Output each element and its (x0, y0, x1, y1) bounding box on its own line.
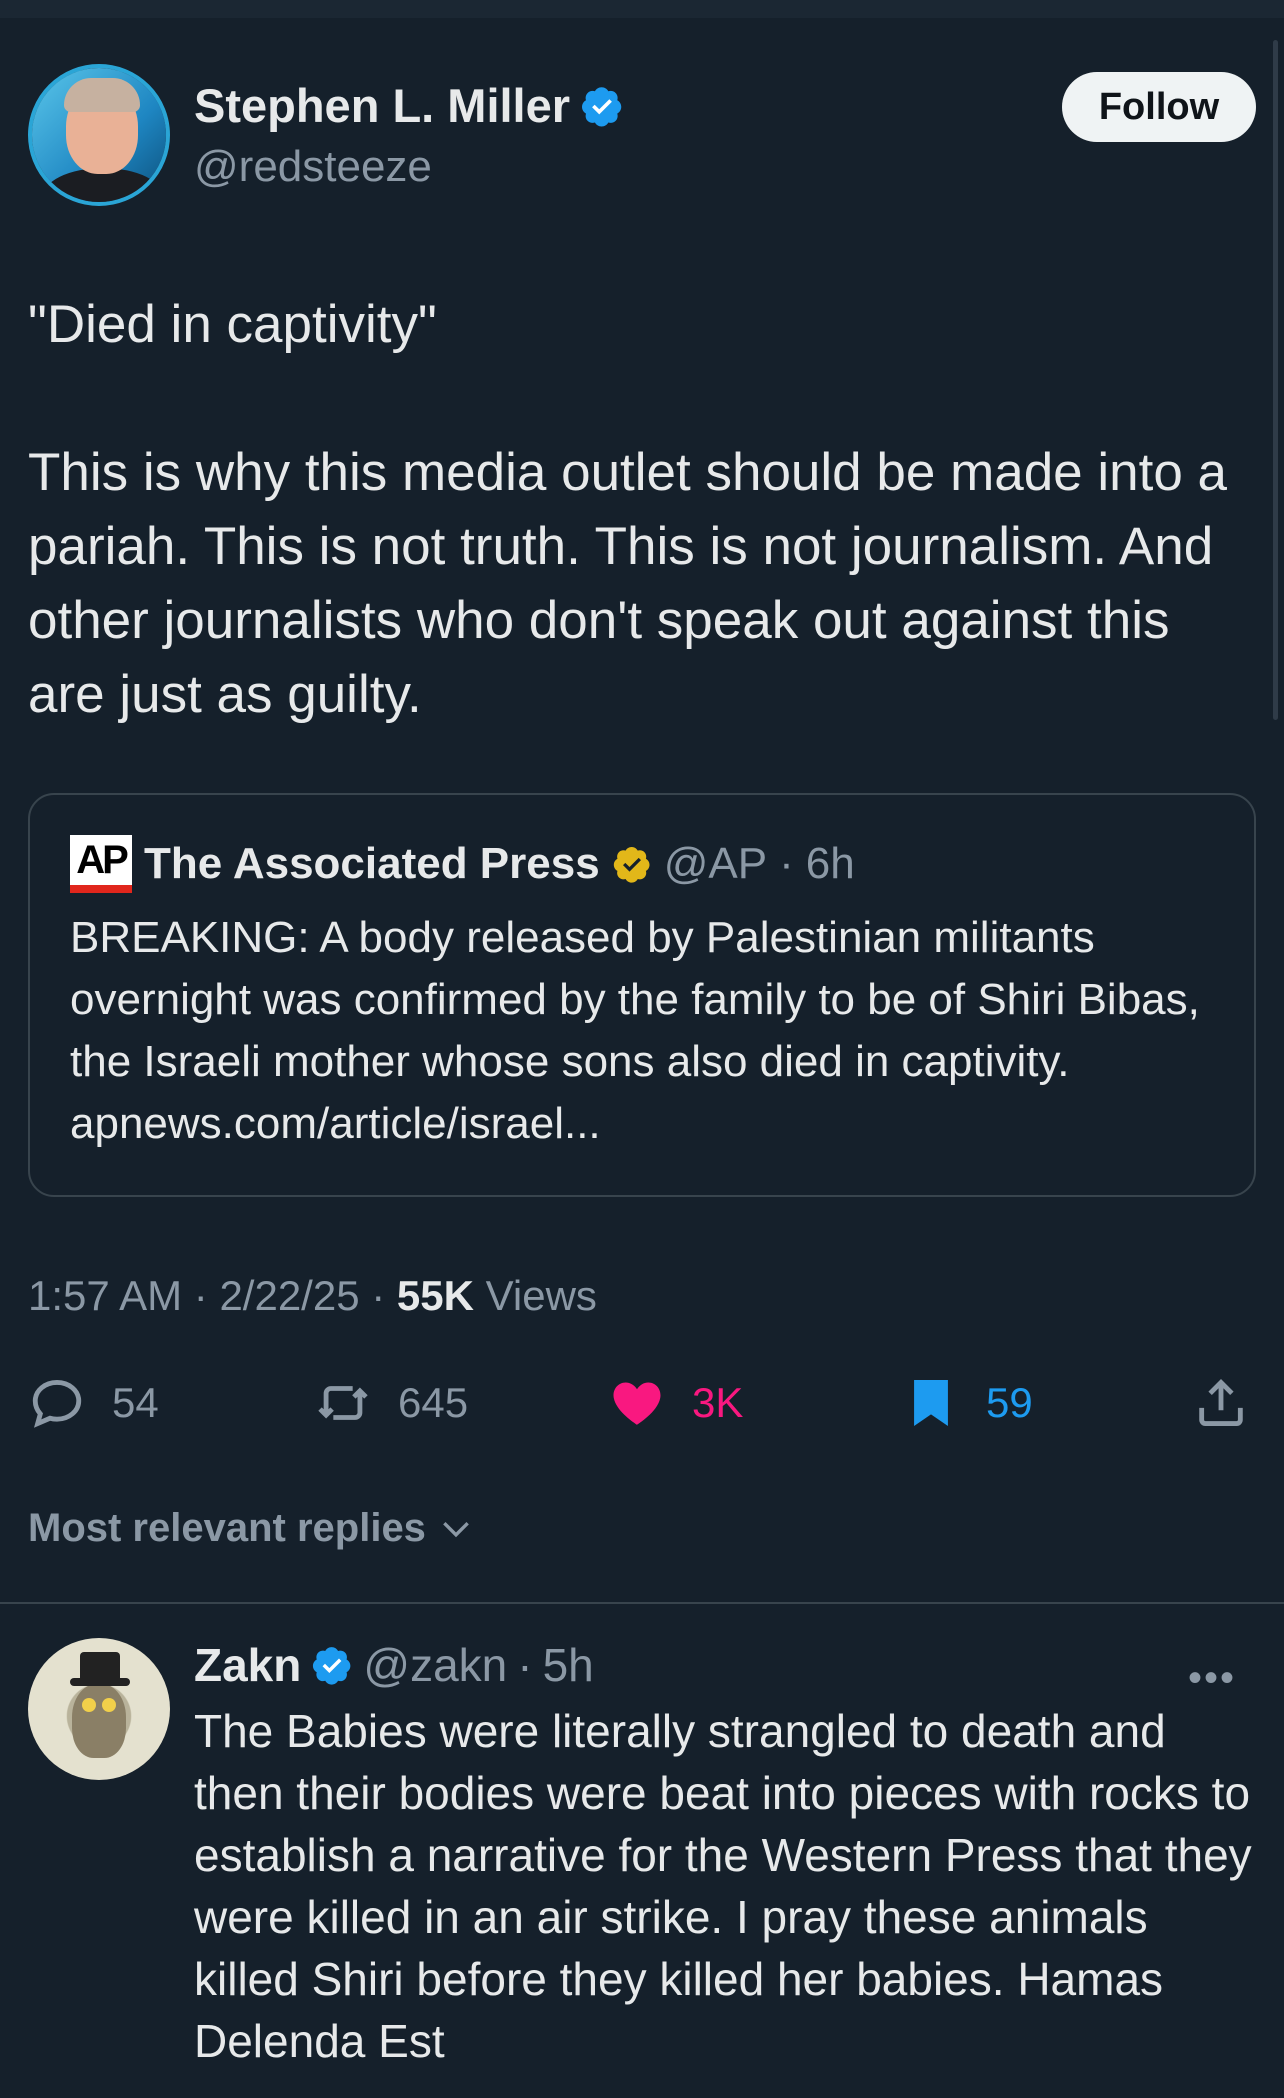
meta-separator: · (517, 1639, 533, 1691)
reply-author-handle[interactable]: @zakn (363, 1638, 507, 1692)
quoted-author-name: The Associated Press (144, 839, 600, 888)
tweet-actions: 54 645 3K 59 (28, 1374, 1256, 1434)
reply-header: Zakn @zakn · 5h (194, 1638, 594, 1692)
reply-sort-label: Most relevant replies (28, 1506, 426, 1550)
tweet-date[interactable]: 2/22/25 (219, 1272, 359, 1319)
reply-age: 5h (542, 1639, 594, 1691)
repost-count: 645 (398, 1379, 469, 1426)
more-options-icon[interactable]: ••• (1188, 1656, 1236, 1701)
author-avatar[interactable] (28, 64, 170, 206)
quoted-author-handle: @AP (663, 839, 768, 888)
reply-item[interactable]: Zakn @zakn · 5h ••• The Babies were lite… (28, 1638, 1256, 2098)
bookmark-button[interactable]: 59 (902, 1374, 1033, 1432)
meta-separator: · (779, 839, 794, 888)
tweet-header: Stephen L. Miller @redsteeze Follow (28, 64, 1256, 214)
quoted-tweet-age: 6h (805, 839, 855, 888)
verified-gold-badge-icon (613, 847, 650, 883)
verified-badge-icon (582, 86, 622, 127)
author-name-row[interactable]: Stephen L. Miller (194, 78, 624, 133)
heart-icon (613, 1382, 661, 1425)
meta-separator: · (193, 1272, 220, 1319)
scrollbar[interactable] (1273, 40, 1278, 720)
reply-button[interactable]: 54 (28, 1374, 159, 1432)
reply-text: The Babies were literally strangled to d… (194, 1705, 1252, 2067)
like-count: 3K (692, 1379, 744, 1426)
views-count: 55K (396, 1272, 474, 1319)
tweet-timestamp-row: 1:57 AM · 2/22/25 · 55K Views (28, 1272, 597, 1320)
quoted-tweet-header: AP The Associated Press @AP · 6h (70, 835, 855, 893)
chevron-down-icon (443, 1521, 469, 1537)
tweet-text: "Died in captivity" This is why this med… (28, 295, 1228, 724)
tweet-time[interactable]: 1:57 AM (28, 1272, 182, 1319)
repost-button[interactable]: 645 (314, 1374, 468, 1432)
reply-icon (32, 1380, 82, 1428)
share-button[interactable] (1192, 1374, 1250, 1432)
like-button[interactable]: 3K (608, 1374, 743, 1432)
bookmark-count: 59 (986, 1379, 1033, 1426)
share-icon (1199, 1379, 1243, 1426)
reply-author-name[interactable]: Zakn (194, 1638, 301, 1692)
author-handle[interactable]: @redsteeze (194, 142, 432, 192)
ap-logo: AP (70, 835, 132, 893)
status-bar-area (0, 0, 1284, 18)
reply-count: 54 (112, 1379, 159, 1426)
quoted-tweet-card[interactable]: AP The Associated Press @AP · 6h BREAKIN… (28, 793, 1256, 1197)
meta-separator: · (371, 1272, 397, 1319)
bookmark-icon (914, 1380, 948, 1426)
follow-button[interactable]: Follow (1062, 72, 1256, 142)
reply-author-avatar[interactable] (28, 1638, 170, 1780)
divider (0, 1602, 1284, 1604)
author-name[interactable]: Stephen L. Miller (194, 78, 570, 133)
quoted-tweet-text: BREAKING: A body released by Palestinian… (70, 913, 1200, 1148)
reply-sort-selector[interactable]: Most relevant replies (28, 1506, 476, 1551)
verified-badge-icon (313, 1647, 351, 1685)
views-label: Views (485, 1272, 597, 1319)
repost-icon (318, 1386, 368, 1420)
